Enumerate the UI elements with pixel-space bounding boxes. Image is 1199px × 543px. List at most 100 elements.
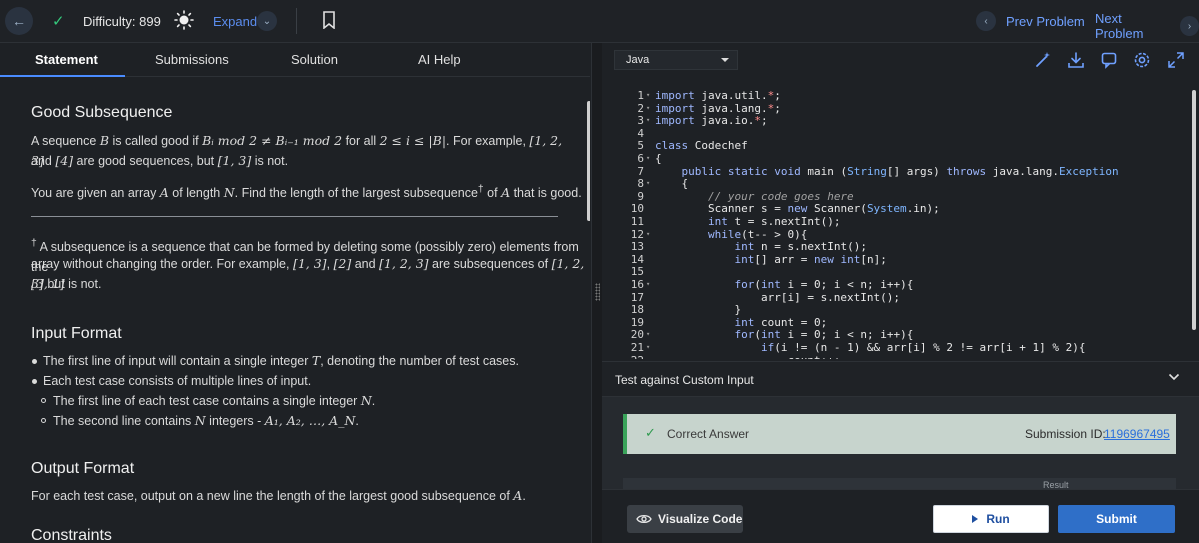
text: , denoting the number of test cases. [320,354,519,368]
line-number: 11 [630,215,644,228]
footnote-divider [31,216,558,217]
next-problem-label: Next Problem [1095,11,1144,41]
line-number: 19 [630,315,644,329]
code-line[interactable]: 11 int t = s.nextInt(); [614,215,1194,228]
tab-solution[interactable]: Solution [291,52,338,67]
text: For each test case, output on a new line… [31,489,514,503]
magic-wand-icon[interactable] [1034,51,1052,69]
fullscreen-icon[interactable] [1167,51,1185,69]
theme-toggle-sun-icon[interactable] [174,10,194,30]
code-line[interactable]: 21 ▾ if(i != (n - 1) && arr[i] % 2 != arr… [614,341,1194,354]
custom-input-label: Test against Custom Input [615,373,754,387]
math: N [360,393,372,408]
fold-icon[interactable]: ▾ [646,91,650,99]
code-line[interactable]: 4 [614,127,1194,140]
drag-handle-icon[interactable] [595,283,600,301]
code-line[interactable]: 17 arr[i] = s.nextInt(); [614,291,1194,304]
language-value: Java [626,54,650,66]
code-line[interactable]: 5 class Codechef [614,139,1194,152]
code-text: { [655,177,689,191]
solved-check-icon: ✓ [52,13,65,30]
problem-panel: Statement Submissions Solution AI Help G… [0,43,590,543]
text: and [351,257,380,271]
comment-icon[interactable] [1100,51,1118,69]
math: [3, 1] [31,276,65,291]
code-line[interactable]: 1 ▾ import java.util.*; [614,89,1194,102]
code-line[interactable]: 3 ▾ import java.io.*; [614,114,1194,127]
fold-icon[interactable]: ▾ [646,343,650,351]
action-bar: Visualize Code Run Submit [602,489,1199,543]
code-line[interactable]: 8 ▾ { [614,177,1194,190]
fold-icon[interactable]: ▾ [646,330,650,338]
tab-statement[interactable]: Statement [35,52,98,67]
editor-scrollbar[interactable] [1192,90,1196,330]
panel-resizer[interactable] [591,43,602,543]
text: You are given an array [31,186,160,201]
back-button[interactable]: ← [5,7,33,35]
line-number: 8 [637,177,644,191]
submission-id-link[interactable]: 1196967495 [1104,427,1170,441]
code-text: count++; [655,354,840,359]
code-line[interactable]: 14 int[] arr = new int[n]; [614,253,1194,266]
math: 2 ≤ i ≤ |B| [379,133,447,148]
footnote-line-3: [3, 1] is not. [31,274,101,294]
language-select[interactable]: Java [614,50,738,70]
play-icon [972,515,979,523]
run-button[interactable]: Run [933,505,1049,533]
code-line[interactable]: 20 ▾ for(int i = 0; i < n; i++){ [614,328,1194,341]
output-paragraph: For each test case, output on a new line… [31,486,526,506]
fold-icon[interactable]: ▾ [646,116,650,124]
prev-problem-button[interactable]: ‹ Prev Problem [976,11,1085,31]
input-subitem-2: The second line contains N integers - A₁… [53,413,359,428]
chevron-down-icon [1168,373,1180,381]
download-icon[interactable] [1067,51,1085,69]
math: T [311,353,321,368]
divider [296,8,297,34]
submit-button[interactable]: Submit [1058,505,1175,533]
math: [1, 3] [217,153,252,168]
code-line[interactable]: 9 // your code goes here [614,190,1194,203]
fold-icon[interactable]: ▾ [646,154,650,162]
definition-paragraph-2: and [4] are good sequences, but [1, 3] i… [31,151,288,171]
math: B [99,133,109,148]
bookmark-icon[interactable] [322,11,336,29]
chevron-down-icon[interactable]: ⌄ [257,11,277,31]
code-text: import java.lang.*; [655,101,781,115]
fold-icon[interactable]: ▾ [646,104,650,112]
difficulty-label: Difficulty: 899 [83,14,161,29]
code-text: while(t-- > 0){ [707,227,808,241]
code-line[interactable]: 12 ▾ while(t-- > 0){ [614,228,1194,241]
fold-icon[interactable]: ▾ [646,179,650,187]
code-line[interactable]: 19 int count = 0; [614,316,1194,329]
bullet-icon [32,359,37,364]
tab-submissions[interactable]: Submissions [155,52,229,67]
code-line[interactable]: 16 ▾ for(int i = 0; i < n; i++){ [614,278,1194,291]
code-line[interactable]: 13 int n = s.nextInt(); [614,240,1194,253]
code-line[interactable]: 22 count++; [614,354,1194,359]
problem-scrollbar[interactable] [587,101,590,221]
expand-button[interactable]: Expand [213,14,257,29]
visualize-code-button[interactable]: Visualize Code [627,505,743,533]
code-line[interactable]: 7 public static void main (String[] args… [614,165,1194,178]
code-text: int n = s.nextInt(); [734,240,867,254]
code-line[interactable]: 15 [614,265,1194,278]
text: and [31,154,56,168]
code-line[interactable]: 6 ▾ { [614,152,1194,165]
tab-ai-help[interactable]: AI Help [418,52,461,67]
code-text: int[] arr = new int[n]; [734,252,887,266]
math: A [501,185,511,201]
line-number: 4 [637,126,644,140]
next-problem-button[interactable]: Next Problem › [1095,11,1199,41]
code-line[interactable]: 18 } [614,303,1194,316]
fold-icon[interactable]: ▾ [646,280,650,288]
settings-gear-icon[interactable] [1133,51,1151,69]
custom-input-toggle[interactable]: Test against Custom Input [602,361,1199,397]
code-line[interactable]: 10 Scanner s = new Scanner(System.in); [614,202,1194,215]
run-label: Run [986,512,1010,526]
code-line[interactable]: 2 ▾ import java.lang.*; [614,102,1194,115]
code-text: for(int i = 0; i < n; i++){ [734,328,914,342]
fold-icon[interactable]: ▾ [646,230,650,238]
text: . Find the length of the largest subsequ… [234,186,478,201]
code-editor[interactable]: 1 ▾ import java.util.*; 2 ▾ import java.lang.… [614,85,1197,359]
line-number: 7 [637,164,644,178]
